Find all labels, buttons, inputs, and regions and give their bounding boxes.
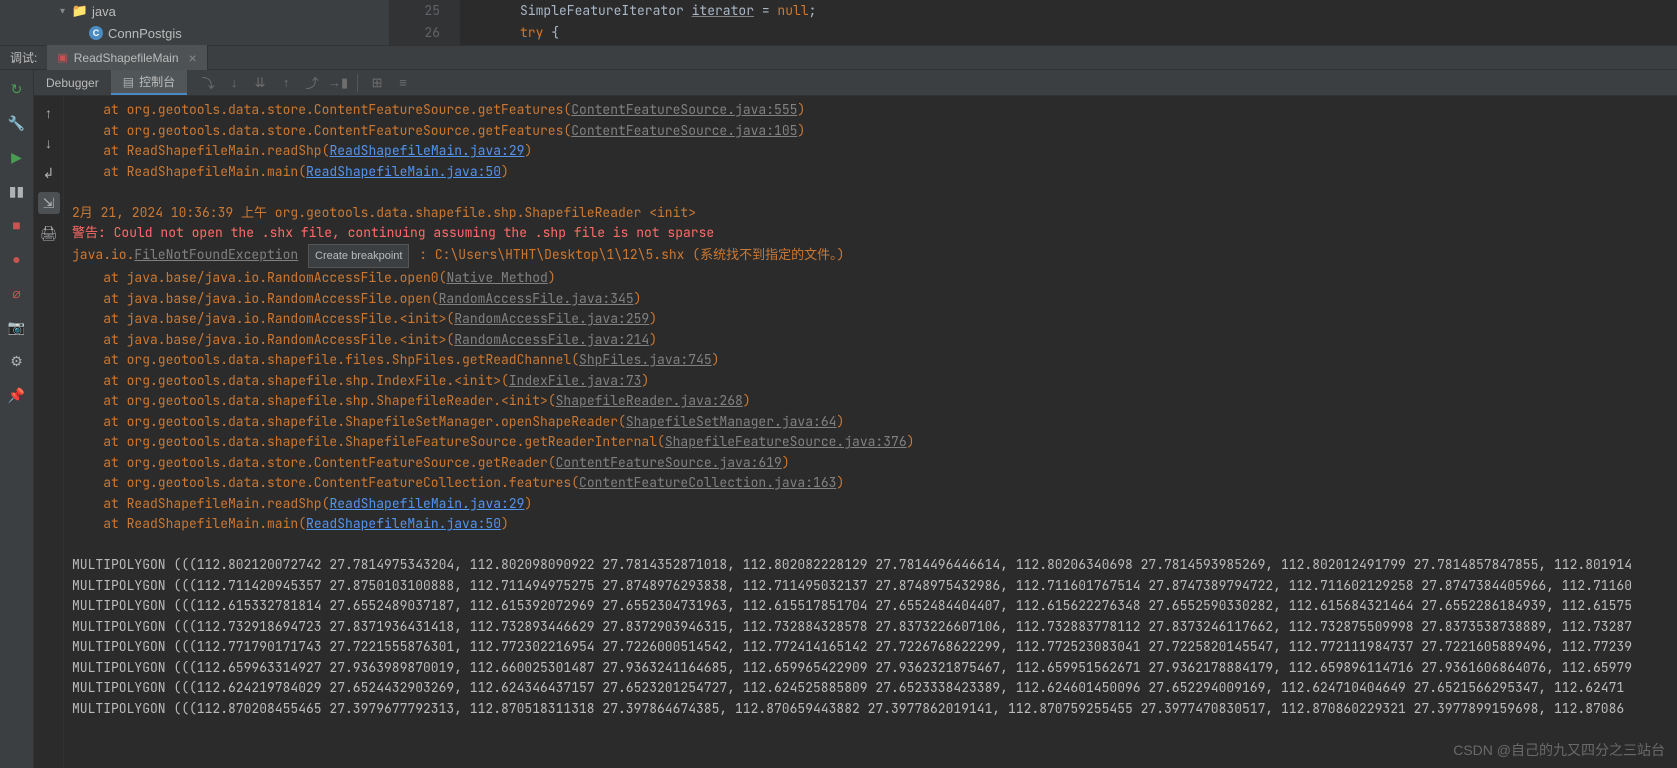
stack-link[interactable]: ShapefileFeatureSource.java:376	[665, 433, 907, 450]
debug-main: ↻ 🔧 ▶ ▮▮ ■ ● ⌀ 📷 ⚙ 📌 Debugger ▤ 控制台 ⤵ ↓ …	[0, 70, 1677, 768]
pin-icon[interactable]: 📌	[6, 384, 28, 406]
resume-icon[interactable]: ▶	[6, 146, 28, 168]
folder-icon: 📁	[72, 3, 88, 19]
evaluate-icon[interactable]: ⊞	[366, 72, 388, 94]
down-stack-icon[interactable]: ↓	[38, 132, 60, 154]
stack-link[interactable]: RandomAccessFile.java:259	[454, 310, 649, 327]
debug-tabs-row: Debugger ▤ 控制台 ⤵ ↓ ⇊ ↑ ⤴ →▮ ⊞ ≡	[34, 70, 1677, 96]
run-config-icon: ▣	[57, 51, 67, 64]
watermark: CSDN @自己的九又四分之三站台	[1453, 740, 1665, 760]
chevron-down-icon: ▾	[60, 6, 72, 17]
tab-debugger[interactable]: Debugger	[34, 70, 111, 95]
scroll-end-icon[interactable]: ⇲	[38, 192, 60, 214]
stack-link[interactable]: RandomAccessFile.java:214	[454, 331, 649, 348]
force-step-into-icon[interactable]: ⇊	[249, 72, 271, 94]
stack-link[interactable]: ContentFeatureCollection.java:163	[579, 474, 836, 491]
stack-link[interactable]: ReadShapefileMain.java:50	[306, 163, 501, 180]
stack-link[interactable]: ContentFeatureSource.java:105	[571, 122, 797, 139]
print-icon[interactable]: 🖨	[38, 222, 60, 244]
code-content: SimpleFeatureIterator iterator = null; t…	[520, 0, 1677, 44]
debug-run-tab[interactable]: ▣ ReadShapefileMain ×	[47, 45, 207, 70]
tree-item-label: ConnPostgis	[108, 26, 182, 41]
tab-debugger-label: Debugger	[46, 76, 99, 90]
stack-link[interactable]: ReadShapefileMain.java:50	[306, 515, 501, 532]
modify-run-icon[interactable]: 🔧	[6, 112, 28, 134]
debug-body: Debugger ▤ 控制台 ⤵ ↓ ⇊ ↑ ⤴ →▮ ⊞ ≡ ↑ ↓	[34, 70, 1677, 768]
line-number: 25	[390, 0, 440, 22]
stack-link[interactable]: ShapefileReader.java:268	[556, 392, 743, 409]
stack-link[interactable]: ShpFiles.java:745	[579, 351, 712, 368]
pause-icon[interactable]: ▮▮	[6, 180, 28, 202]
console-side-toolbar: ↑ ↓ ↲ ⇲ 🖨	[34, 96, 64, 768]
stack-link[interactable]: ContentFeatureSource.java:555	[571, 101, 797, 118]
step-into-icon[interactable]: ↓	[223, 72, 245, 94]
code-editor[interactable]: 25 26 SimpleFeatureIterator iterator = n…	[390, 0, 1677, 45]
tree-folder-label: java	[92, 4, 116, 19]
console-wrapper: ↑ ↓ ↲ ⇲ 🖨 at org.geotools.data.store.Con…	[34, 96, 1677, 768]
console-output[interactable]: at org.geotools.data.store.ContentFeatur…	[64, 96, 1677, 768]
up-stack-icon[interactable]: ↑	[38, 102, 60, 124]
settings-icon[interactable]: ⚙	[6, 350, 28, 372]
tree-folder-java[interactable]: ▾ 📁 java	[60, 0, 389, 22]
exception-link[interactable]: FileNotFoundException	[134, 246, 298, 263]
step-over-icon[interactable]: ⤵	[197, 72, 219, 94]
trace-icon[interactable]: ≡	[392, 72, 414, 94]
debug-left-toolbar: ↻ 🔧 ▶ ▮▮ ■ ● ⌀ 📷 ⚙ 📌	[0, 70, 34, 768]
stack-link[interactable]: ReadShapefileMain.java:29	[329, 495, 524, 512]
line-number: 26	[390, 22, 440, 44]
class-icon: C	[88, 25, 104, 41]
stack-link[interactable]: Native Method	[446, 269, 547, 286]
stack-link[interactable]: RandomAccessFile.java:345	[439, 290, 634, 307]
tab-console-label: 控制台	[139, 73, 175, 90]
drop-frame-icon[interactable]: ⤴	[301, 72, 323, 94]
stop-icon[interactable]: ■	[6, 214, 28, 236]
stack-link[interactable]: ShapefileSetManager.java:64	[626, 413, 837, 430]
debug-label: 调试:	[0, 49, 47, 66]
run-to-cursor-icon[interactable]: →▮	[327, 72, 349, 94]
rerun-icon[interactable]: ↻	[6, 78, 28, 100]
stack-link[interactable]: ReadShapefileMain.java:29	[329, 142, 524, 159]
tab-console[interactable]: ▤ 控制台	[111, 70, 187, 95]
project-tree: ▾ 📁 java C ConnPostgis C ConstField	[0, 0, 390, 45]
top-section: ▾ 📁 java C ConnPostgis C ConstField 25 2…	[0, 0, 1677, 45]
mute-breakpoints-icon[interactable]: ⌀	[6, 282, 28, 304]
create-breakpoint-tooltip[interactable]: Create breakpoint	[308, 244, 409, 269]
step-out-icon[interactable]: ↑	[275, 72, 297, 94]
breakpoints-icon[interactable]: ●	[6, 248, 28, 270]
debug-tab-name: ReadShapefileMain	[74, 51, 179, 65]
close-icon[interactable]: ×	[189, 50, 197, 66]
camera-icon[interactable]: 📷	[6, 316, 28, 338]
editor-gutter: 25 26	[390, 0, 460, 45]
separator	[357, 74, 358, 92]
stack-link[interactable]: IndexFile.java:73	[509, 372, 642, 389]
stack-link[interactable]: ContentFeatureSource.java:619	[556, 454, 782, 471]
console-tab-icon: ▤	[123, 75, 134, 89]
debug-step-toolbar: ⤵ ↓ ⇊ ↑ ⤴ →▮ ⊞ ≡	[187, 70, 414, 95]
soft-wrap-icon[interactable]: ↲	[38, 162, 60, 184]
tree-item-connpostgis[interactable]: C ConnPostgis	[60, 22, 389, 44]
